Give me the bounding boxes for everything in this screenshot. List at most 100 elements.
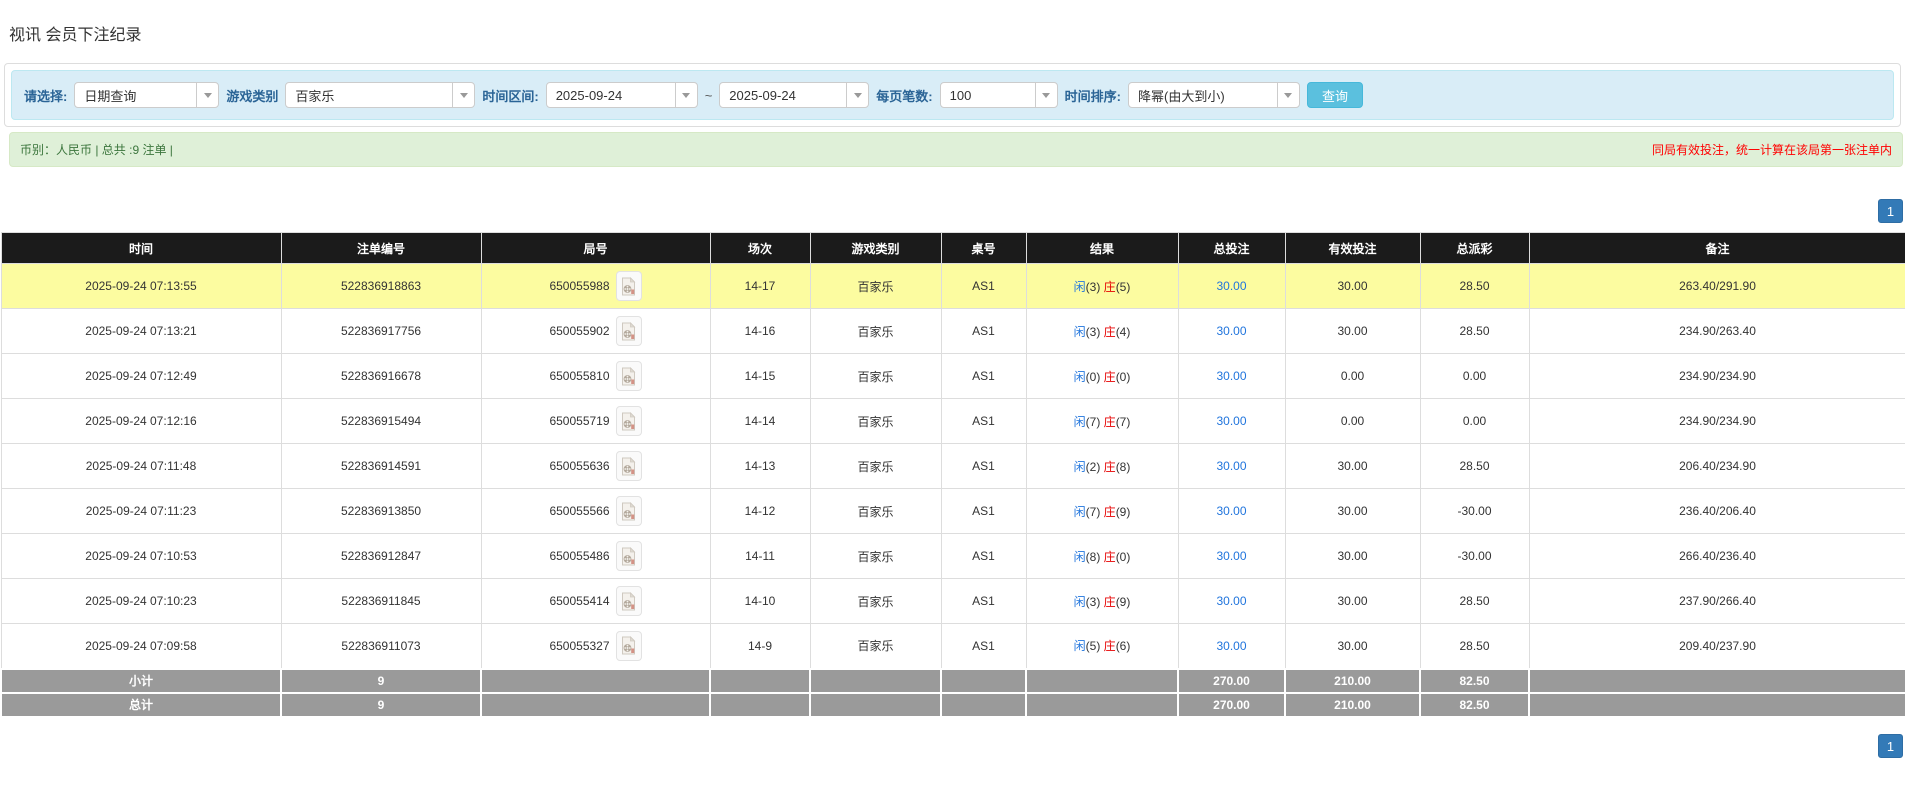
- total-bet-link[interactable]: 30.00: [1216, 414, 1246, 428]
- page-size-value: 100: [949, 87, 972, 103]
- cell-round-id: 650055327: [480, 623, 711, 669]
- cell-game-type: 百家乐: [809, 488, 942, 534]
- column-header: 注单编号: [280, 232, 482, 264]
- total-bet-link[interactable]: 30.00: [1216, 324, 1246, 338]
- summary-row: 小计 9 270.00 210.00 82.50: [0, 667, 1905, 694]
- result-player-label: 闲: [1073, 504, 1086, 519]
- query-type-select[interactable]: 日期查询: [74, 82, 220, 108]
- page-1-button[interactable]: 1: [1878, 199, 1903, 223]
- cell-round-id: 650055719: [480, 398, 711, 444]
- cell-game-type: 百家乐: [809, 263, 942, 309]
- video-replay-button[interactable]: [615, 271, 642, 301]
- round-id-text: 650055327: [549, 638, 610, 653]
- video-replay-button[interactable]: [615, 451, 642, 481]
- summary-cell: 270.00: [1177, 667, 1286, 694]
- chevron-down-icon: [1034, 83, 1057, 107]
- summary-cell: [940, 691, 1027, 718]
- query-type-label: 请选择:: [24, 88, 68, 104]
- result-banker-label: 庄: [1103, 459, 1116, 474]
- result-player-label: 闲: [1073, 459, 1086, 474]
- total-bet-link[interactable]: 30.00: [1216, 279, 1246, 293]
- filter-bar: 请选择: 日期查询 游戏类别 百家乐 时间区间: 2025-09-24 ~ 20…: [11, 70, 1894, 120]
- sort-order-select[interactable]: 降幂(由大到小): [1127, 82, 1300, 108]
- cell-remark: 236.40/206.40: [1528, 488, 1905, 534]
- table-header-row: 时间 注单编号 局号 场次 游戏类别 桌号 结果 总投注 有效投注 总派彩 备注: [0, 232, 1905, 264]
- result-banker-count: (8): [1115, 459, 1131, 474]
- summary-cell: [1025, 691, 1179, 718]
- video-replay-button[interactable]: [615, 316, 642, 346]
- cell-bet-id: 522836911073: [280, 623, 482, 669]
- result-banker-count: (0): [1115, 549, 1131, 564]
- bet-records-table: 时间 注单编号 局号 场次 游戏类别 桌号 结果 总投注 有效投注 总派彩 备注 2025-09-2…: [0, 232, 1905, 718]
- total-bet-link[interactable]: 30.00: [1216, 504, 1246, 518]
- video-replay-button[interactable]: [615, 496, 642, 526]
- summary-cell: [480, 667, 711, 694]
- result-banker-label: 庄: [1103, 414, 1116, 429]
- column-header: 总投注: [1177, 232, 1286, 264]
- round-id-text: 650055414: [549, 594, 610, 608]
- date-to-select[interactable]: 2025-09-24: [719, 82, 870, 108]
- cell-valid-bet: 30.00: [1284, 623, 1421, 669]
- result-banker-count: (9): [1115, 594, 1131, 609]
- cell-round-id: 650055566: [480, 488, 711, 534]
- total-bet-link[interactable]: 30.00: [1216, 594, 1246, 608]
- cell-payout: -30.00: [1419, 488, 1530, 534]
- result-player-count: (3): [1085, 324, 1101, 339]
- total-bet-link[interactable]: 30.00: [1216, 369, 1246, 383]
- total-bet-link[interactable]: 30.00: [1216, 639, 1246, 653]
- bet-record-row: 2025-09-24 07:12:49 522836916678 650055810…: [0, 353, 1905, 399]
- result-player-count: (7): [1085, 414, 1101, 429]
- cell-payout: 28.50: [1419, 578, 1530, 624]
- result-banker-label: 庄: [1103, 324, 1116, 339]
- chevron-down-icon: [196, 83, 218, 107]
- cell-bet-id: 522836917756: [280, 308, 482, 354]
- date-from-value: 2025-09-24: [555, 87, 623, 103]
- cell-table-id: AS1: [940, 353, 1027, 399]
- sort-order-label: 时间排序:: [1064, 88, 1121, 104]
- cell-payout: 0.00: [1419, 398, 1530, 444]
- cell-valid-bet: 30.00: [1284, 578, 1421, 624]
- page-1-button[interactable]: 1: [1878, 733, 1903, 758]
- cell-bet-id: 522836914591: [280, 443, 482, 489]
- column-header: 总派彩: [1419, 232, 1530, 264]
- cell-round-id: 650055414: [480, 578, 711, 624]
- currency-summary-text: 币别：人民币 | 总共 :9 注单 |: [20, 143, 173, 157]
- page-size-label: 每页笔数:: [876, 88, 933, 104]
- cell-result: 闲(0) 庄(0): [1025, 353, 1179, 399]
- cell-remark: 234.90/234.90: [1528, 398, 1905, 444]
- cell-total-bet: 30.00: [1177, 578, 1286, 624]
- video-replay-button[interactable]: [615, 361, 642, 391]
- result-player-count: (3): [1085, 594, 1101, 609]
- cell-session: 14-17: [709, 263, 811, 309]
- video-replay-button[interactable]: [615, 630, 642, 661]
- cell-result: 闲(2) 庄(8): [1025, 443, 1179, 489]
- cell-session: 14-14: [709, 398, 811, 444]
- cell-bet-id: 522836912847: [280, 533, 482, 579]
- total-bet-link[interactable]: 30.00: [1216, 459, 1246, 473]
- summary-cell: [940, 667, 1027, 694]
- cell-remark: 263.40/291.90: [1528, 263, 1905, 309]
- cell-result: 闲(5) 庄(6): [1025, 623, 1179, 669]
- round-id-text: 650055988: [549, 279, 610, 293]
- video-file-icon: [622, 276, 636, 295]
- cell-remark: 209.40/237.90: [1528, 623, 1905, 669]
- bet-record-row: 2025-09-24 07:09:58 522836911073 650055327…: [0, 623, 1905, 669]
- cell-total-bet: 30.00: [1177, 263, 1286, 309]
- cell-game-type: 百家乐: [809, 533, 942, 579]
- video-replay-button[interactable]: [615, 541, 642, 571]
- game-type-select[interactable]: 百家乐: [285, 82, 476, 108]
- result-player-count: (2): [1085, 459, 1101, 474]
- bet-record-row: 2025-09-24 07:10:23 522836911845 650055414…: [0, 578, 1905, 624]
- page-size-select[interactable]: 100: [939, 82, 1058, 108]
- total-bet-link[interactable]: 30.00: [1216, 549, 1246, 563]
- search-button[interactable]: 查询: [1306, 82, 1363, 108]
- bet-record-row: 2025-09-24 07:11:48 522836914591 650055636…: [0, 443, 1905, 489]
- video-replay-button[interactable]: [615, 406, 642, 436]
- summary-cell: [809, 691, 942, 718]
- date-from-select[interactable]: 2025-09-24: [545, 82, 698, 108]
- cell-round-id: 650055988: [480, 263, 711, 309]
- video-replay-button[interactable]: [615, 586, 642, 616]
- cell-total-bet: 30.00: [1177, 308, 1286, 354]
- result-player-label: 闲: [1073, 594, 1086, 609]
- bet-record-row: 2025-09-24 07:13:55 522836918863 650055988…: [0, 263, 1905, 309]
